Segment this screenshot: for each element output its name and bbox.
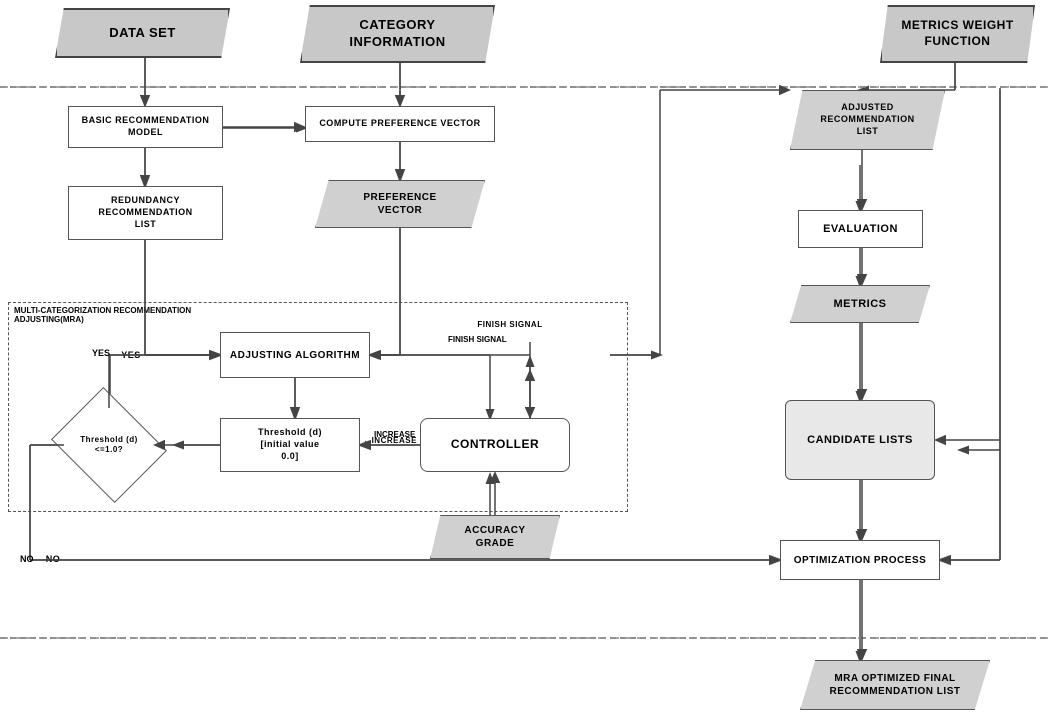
accuracy-grade: ACCURACYGRADE bbox=[430, 515, 560, 559]
redundancy-rec-list: REDUNDANCYRECOMMENDATIONLIST bbox=[68, 186, 223, 240]
header-category: CATEGORYINFORMATION bbox=[300, 5, 495, 63]
evaluation: EVALUATION bbox=[798, 210, 923, 248]
pref-vector: PREFERENCEVECTOR bbox=[315, 180, 485, 228]
no-label: NO bbox=[38, 552, 68, 568]
flowchart-diagram: DATA SET CATEGORYINFORMATION METRICS WEI… bbox=[0, 0, 1050, 721]
basic-rec-model: BASIC RECOMMENDATION MODEL bbox=[68, 106, 223, 148]
no-label-text: NO bbox=[20, 554, 34, 564]
optimization-process: OPTIMIZATION PROCESS bbox=[780, 540, 940, 580]
controller: CONTROLLER bbox=[420, 418, 570, 472]
mra-label: MULTI-CATEGORIZATION RECOMMENDATIONADJUS… bbox=[14, 306, 191, 324]
threshold-diamond-container: Threshold (d)<=1.0? bbox=[64, 408, 154, 482]
compute-pref-vector: COMPUTE PREFERENCE VECTOR bbox=[305, 106, 495, 142]
adjusting-algo: ADJUSTING ALGORITHM bbox=[220, 332, 370, 378]
increase-text: INCREASE bbox=[374, 430, 415, 439]
mra-final: MRA OPTIMIZED FINALRECOMMENDATION LIST bbox=[800, 660, 990, 710]
candidate-lists: CANDIDATE LISTS bbox=[785, 400, 935, 480]
finish-signal-text: FINISH SIGNAL bbox=[448, 335, 507, 344]
threshold-box: Threshold (d)[initial value0.0] bbox=[220, 418, 360, 472]
metrics: METRICS bbox=[790, 285, 930, 323]
header-metrics: METRICS WEIGHTFUNCTION bbox=[880, 5, 1035, 63]
threshold-diamond-text: Threshold (d)<=1.0? bbox=[64, 408, 154, 482]
header-dataset: DATA SET bbox=[55, 8, 230, 58]
yes-label: YES bbox=[116, 348, 146, 364]
adjusted-rec-list: ADJUSTEDRECOMMENDATIONLIST bbox=[790, 90, 945, 150]
finish-signal-label: FINISH SIGNAL bbox=[470, 318, 550, 332]
yes-label-text: YES bbox=[92, 348, 110, 358]
